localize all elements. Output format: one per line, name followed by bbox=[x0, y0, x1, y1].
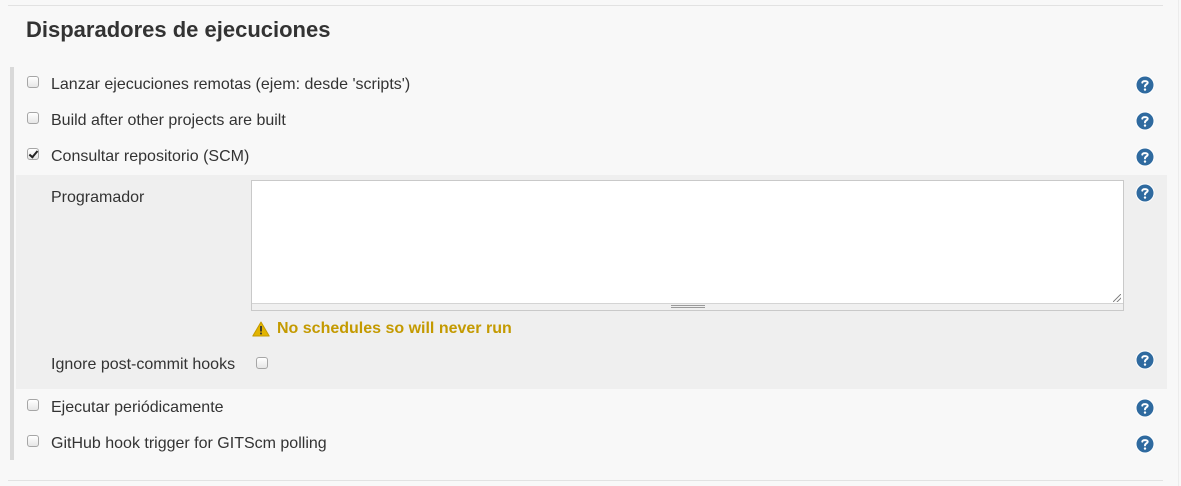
build-after-label[interactable]: Build after other projects are built bbox=[51, 111, 286, 131]
periodic-build-checkbox[interactable] bbox=[27, 399, 39, 411]
scm-polling-checkbox[interactable] bbox=[27, 148, 39, 160]
schedule-label: Programador bbox=[51, 189, 145, 206]
question-circle-icon[interactable] bbox=[1135, 183, 1155, 203]
remote-trigger-checkbox[interactable] bbox=[27, 76, 39, 88]
ignore-hooks-checkbox[interactable] bbox=[256, 357, 268, 369]
resize-grip-icon[interactable] bbox=[1113, 294, 1121, 302]
schedule-input[interactable] bbox=[252, 181, 1123, 305]
question-circle-icon[interactable] bbox=[1135, 111, 1155, 131]
textarea-expand-handle[interactable] bbox=[252, 303, 1123, 310]
ignore-hooks-label: Ignore post-commit hooks bbox=[51, 356, 236, 373]
question-circle-icon[interactable] bbox=[1135, 398, 1155, 418]
section-indent-bar bbox=[10, 67, 14, 460]
periodic-build-label[interactable]: Ejecutar periódicamente bbox=[51, 398, 224, 418]
warning-triangle-icon bbox=[252, 321, 270, 337]
schedule-warning: No schedules so will never run bbox=[277, 320, 512, 337]
github-hook-checkbox[interactable] bbox=[27, 435, 39, 447]
github-hook-label[interactable]: GitHub hook trigger for GITScm polling bbox=[51, 434, 327, 454]
remote-trigger-label[interactable]: Lanzar ejecuciones remotas (ejem: desde … bbox=[51, 75, 410, 95]
question-circle-icon[interactable] bbox=[1135, 434, 1155, 454]
schedule-textarea[interactable] bbox=[251, 180, 1124, 311]
page-right-border bbox=[1178, 0, 1179, 486]
question-circle-icon[interactable] bbox=[1135, 147, 1155, 167]
question-circle-icon[interactable] bbox=[1135, 75, 1155, 95]
scm-polling-label[interactable]: Consultar repositorio (SCM) bbox=[51, 147, 249, 167]
question-circle-icon[interactable] bbox=[1135, 350, 1155, 370]
section-bottom-divider bbox=[8, 480, 1163, 481]
section-top-divider bbox=[8, 5, 1163, 6]
build-after-checkbox[interactable] bbox=[27, 112, 39, 124]
section-title: Disparadores de ejecuciones bbox=[26, 17, 331, 42]
